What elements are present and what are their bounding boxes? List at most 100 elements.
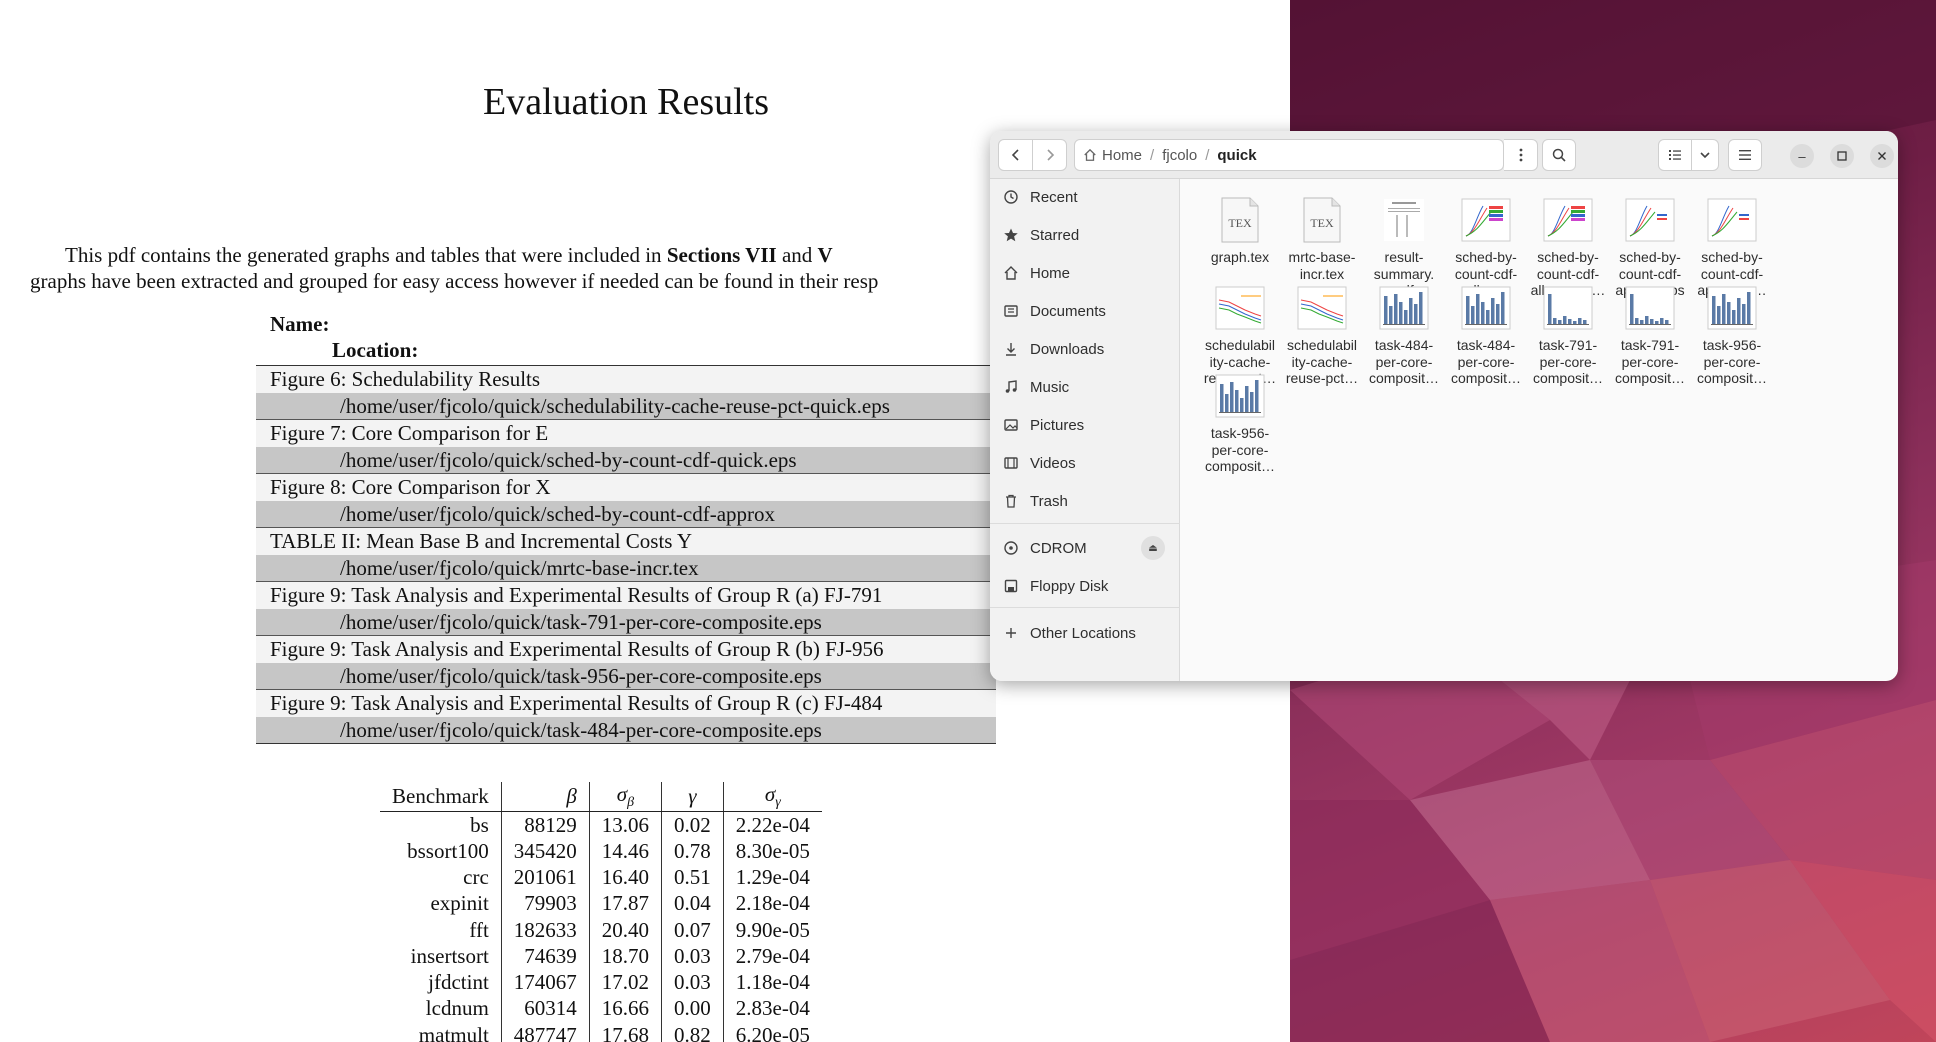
sidebar-item-starred[interactable]: Starred (1002, 221, 1174, 249)
table-cell: 2.83e-04 (722, 995, 822, 1023)
sidebar-separator (990, 607, 1180, 608)
view-options-button[interactable] (1691, 139, 1719, 171)
image-thumbnail-icon (1212, 281, 1268, 335)
sidebar-item-music[interactable]: Music (1002, 373, 1174, 401)
location-path-bar[interactable]: Home / fjcolo / quick (1074, 139, 1504, 171)
table-row: insertsort 74639 18.70 0.03 2.79e-04 (380, 943, 822, 970)
table-cell: 79903 (500, 890, 590, 917)
list-icon (1669, 150, 1681, 160)
table-cell: 0.03 (661, 969, 724, 996)
intro-line-2: graphs have been extracted and grouped f… (30, 269, 879, 293)
vertical-dots-icon (1519, 148, 1522, 162)
path-menu-button[interactable] (1504, 139, 1538, 171)
table-cell: 0.02 (661, 811, 724, 838)
file-item[interactable]: task-956- per-core- composit… (1682, 281, 1782, 387)
figure-title: Figure 7: Core Comparison for E (256, 420, 996, 447)
image-thumbnail-icon (1458, 193, 1514, 247)
table-cell: 0.04 (661, 890, 724, 917)
table-cell: 0.03 (661, 943, 724, 970)
eject-icon: ⏏ (1148, 542, 1158, 554)
home-icon (1002, 264, 1020, 282)
picture-icon (1002, 416, 1020, 434)
figure-path: /home/user/fjcolo/quick/task-956-per-cor… (256, 662, 996, 689)
table-cell: matmult (418, 1022, 489, 1042)
figure-path: /home/user/fjcolo/quick/sched-by-count-c… (256, 500, 996, 527)
table-cell: 9.90e-05 (722, 916, 822, 944)
sidebar-item-documents[interactable]: Documents (1002, 297, 1174, 325)
hamburger-icon (1739, 150, 1751, 160)
path-segment-quick[interactable]: quick (1212, 147, 1261, 164)
table-cell: 2.22e-04 (722, 811, 822, 838)
figure-title: Figure 9: Task Analysis and Experimental… (256, 690, 996, 717)
table-cell: 6.20e-05 (722, 1022, 822, 1042)
figure-title: TABLE II: Mean Base B and Incremental Co… (256, 528, 996, 555)
figure-path: /home/user/fjcolo/quick/schedulability-c… (256, 392, 996, 419)
figure-title: Figure 9: Task Analysis and Experimental… (256, 582, 996, 609)
close-icon (1878, 152, 1886, 160)
document-icon (1002, 302, 1020, 320)
image-thumbnail-icon (1294, 281, 1350, 335)
table-cell: 0.78 (661, 837, 724, 865)
sidebar-item-recent[interactable]: Recent (1002, 183, 1174, 211)
file-manager-window: Home / fjcolo / quick – Recent Starred H… (990, 131, 1898, 681)
search-icon (1552, 148, 1566, 162)
table-cell: 17.02 (588, 969, 662, 996)
path-segment-home[interactable]: Home (1097, 147, 1147, 164)
sidebar-item-trash[interactable]: Trash (1002, 487, 1174, 515)
sidebar-label: Floppy Disk (1030, 577, 1109, 595)
sidebar-label: Starred (1030, 226, 1080, 244)
plus-icon (1002, 624, 1020, 642)
header-beta: β (500, 782, 590, 813)
sidebar-item-home[interactable]: Home (1002, 259, 1174, 287)
file-item[interactable]: task-956- per-core- composit… (1190, 369, 1290, 475)
video-icon (1002, 454, 1020, 472)
clock-icon (1002, 188, 1020, 206)
image-thumbnail-icon (1540, 193, 1596, 247)
svg-text:TEX: TEX (1228, 216, 1252, 230)
figure-title: Figure 9: Task Analysis and Experimental… (256, 636, 996, 663)
tex-file-icon: TEX (1294, 193, 1350, 247)
table-cell: insertsort (410, 943, 489, 968)
file-name: task-956- per-core- composit… (1204, 425, 1276, 474)
sidebar-item-floppy-disk[interactable]: Floppy Disk (1002, 572, 1174, 600)
close-button[interactable] (1870, 144, 1894, 168)
intro-bold-v: V (817, 243, 833, 267)
star-icon (1002, 226, 1020, 244)
sidebar-item-downloads[interactable]: Downloads (1002, 335, 1174, 363)
table-cell: 60314 (500, 995, 590, 1023)
sidebar-item-other-locations[interactable]: Other Locations (1002, 619, 1174, 647)
sidebar-label: Videos (1030, 454, 1076, 472)
table-cell: 0.00 (661, 995, 724, 1023)
list-view-button[interactable] (1658, 139, 1692, 171)
maximize-button[interactable] (1830, 144, 1854, 168)
table-cell: 74639 (500, 943, 590, 970)
table-cell: jfdctint (428, 970, 489, 995)
path-segment-fjcolo[interactable]: fjcolo (1157, 147, 1202, 164)
intro-text: This pdf contains the generated graphs a… (65, 243, 667, 267)
table-cell: expinit (430, 891, 489, 916)
search-button[interactable] (1542, 139, 1576, 171)
header-benchmark: Benchmark (380, 782, 502, 813)
path-separator: / (1150, 146, 1155, 164)
table-row: expinit 79903 17.87 0.04 2.18e-04 (380, 890, 822, 917)
trash-icon (1002, 492, 1020, 510)
eject-button[interactable]: ⏏ (1141, 536, 1165, 560)
minimize-button[interactable]: – (1790, 144, 1814, 168)
forward-button[interactable] (1032, 139, 1067, 171)
location-label: Location: (332, 338, 419, 362)
sidebar-item-pictures[interactable]: Pictures (1002, 411, 1174, 439)
file-grid: TEX graph.tex TEX mrtc-base- incr.tex result… (1182, 179, 1898, 681)
figure-path: /home/user/fjcolo/quick/mrtc-base-incr.t… (256, 554, 996, 581)
table-cell: 16.40 (588, 864, 662, 891)
back-button[interactable] (998, 139, 1033, 171)
name-label: Name: (270, 312, 330, 336)
sidebar-label: Home (1030, 264, 1071, 282)
sidebar-item-videos[interactable]: Videos (1002, 449, 1174, 477)
main-menu-button[interactable] (1728, 139, 1762, 171)
image-thumbnail-icon (1212, 369, 1268, 423)
sidebar-label: Downloads (1030, 340, 1105, 358)
table-cell: 17.87 (588, 890, 662, 917)
music-icon (1002, 378, 1020, 396)
sidebar-label: CDROM (1030, 539, 1087, 557)
table-cell: 345420 (500, 837, 590, 865)
